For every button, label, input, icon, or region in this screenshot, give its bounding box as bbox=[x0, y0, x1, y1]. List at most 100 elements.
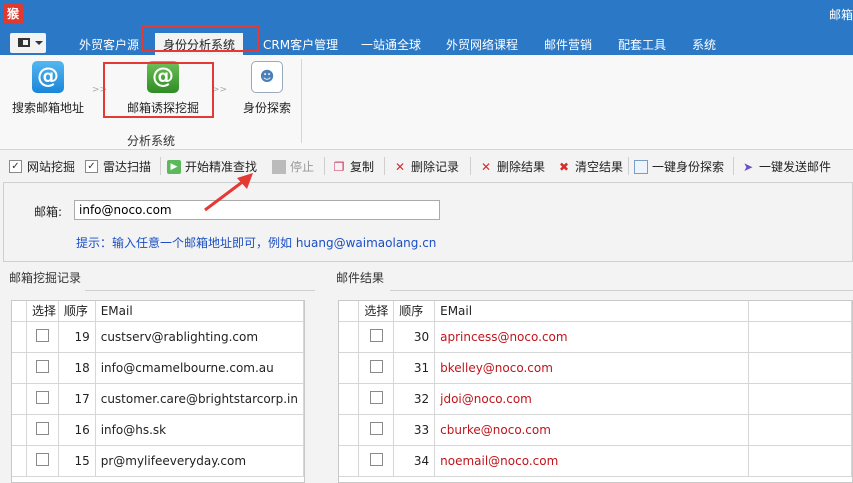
table-row[interactable]: 19 custserv@rablighting.com bbox=[12, 321, 304, 353]
select-cell[interactable] bbox=[358, 414, 395, 446]
tab-global-access[interactable]: 一站通全球 bbox=[361, 36, 421, 53]
copy-button[interactable]: ❐ 复制 bbox=[332, 158, 374, 175]
send-mail-label: 一键发送邮件 bbox=[759, 160, 832, 174]
select-cell[interactable] bbox=[26, 445, 59, 477]
identity-search-button[interactable]: 一键身份探索 bbox=[634, 158, 724, 175]
row-indicator[interactable] bbox=[12, 321, 28, 353]
row-indicator[interactable] bbox=[12, 445, 28, 477]
checkbox-unchecked-icon[interactable] bbox=[35, 328, 49, 342]
email-probe-button[interactable]: @ 邮箱诱探挖掘 bbox=[122, 61, 204, 116]
stop-icon bbox=[272, 159, 286, 174]
column-header-order[interactable]: 顺序 bbox=[393, 301, 436, 322]
select-cell[interactable] bbox=[26, 352, 59, 384]
checkbox-unchecked-icon[interactable] bbox=[35, 359, 49, 373]
column-header-select[interactable]: 选择 bbox=[358, 301, 395, 322]
table-row[interactable]: 15 pr@mylifeeveryday.com bbox=[12, 445, 304, 477]
email-cell: customer.care@brightstarcorp.in bbox=[95, 383, 304, 415]
table-row[interactable]: 18 info@cmamelbourne.com.au bbox=[12, 352, 304, 384]
action-toolbar: ✓ 网站挖掘 ✓ 雷达扫描 ▶ 开始精准查找 停止 ❐ 复制 ✕ 删除记录 ✕ … bbox=[0, 152, 853, 180]
tab-email-marketing[interactable]: 邮件营销 bbox=[544, 36, 592, 53]
row-indicator[interactable] bbox=[12, 414, 28, 446]
table-row[interactable]: 34 noemail@noco.com bbox=[339, 445, 852, 477]
table-row[interactable]: 32 jdoi@noco.com bbox=[339, 383, 852, 415]
toolbar-separator bbox=[384, 157, 385, 175]
email-cell: cburke@noco.com bbox=[434, 414, 749, 446]
table-row[interactable]: 33 cburke@noco.com bbox=[339, 414, 852, 446]
checkbox-unchecked-icon[interactable] bbox=[35, 390, 49, 404]
table-row[interactable]: 16 info@hs.sk bbox=[12, 414, 304, 446]
blank-cell bbox=[748, 352, 852, 384]
select-cell[interactable] bbox=[26, 321, 59, 353]
file-menu-button[interactable] bbox=[10, 33, 46, 53]
table-row[interactable]: 30 aprincess@noco.com bbox=[339, 321, 852, 353]
table-row[interactable]: 31 bkelley@noco.com bbox=[339, 352, 852, 384]
tab-identity-analysis[interactable]: 身份分析系统 bbox=[155, 33, 244, 55]
delete-records-button[interactable]: ✕ 删除记录 bbox=[393, 158, 459, 175]
row-indicator[interactable] bbox=[339, 445, 360, 477]
row-indicator[interactable] bbox=[339, 383, 360, 415]
select-cell[interactable] bbox=[26, 414, 59, 446]
email-input-panel: 邮箱: 提示：输入任意一个邮箱地址即可，例如 huang@waimaolang.… bbox=[3, 182, 853, 262]
radar-scan-checkbox[interactable]: ✓ 雷达扫描 bbox=[85, 158, 151, 175]
annotation-arrow bbox=[204, 173, 253, 212]
select-cell[interactable] bbox=[26, 383, 59, 415]
mining-records-grid: 选择 顺序 EMail 19 custserv@rablighting.com 18… bbox=[11, 300, 305, 483]
tab-crm[interactable]: CRM客户管理 bbox=[263, 36, 338, 53]
checkbox-unchecked-icon[interactable] bbox=[369, 421, 383, 435]
select-cell[interactable] bbox=[358, 352, 395, 384]
clear-results-button[interactable]: ✖ 清空结果 bbox=[557, 158, 623, 175]
mail-results-title: 邮件结果 bbox=[336, 271, 385, 285]
mining-records-title: 邮箱挖掘记录 bbox=[9, 271, 82, 285]
send-mail-button[interactable]: ➤ 一键发送邮件 bbox=[741, 158, 831, 175]
website-mining-checkbox[interactable]: ✓ 网站挖掘 bbox=[9, 158, 75, 175]
at-sign-icon: @ bbox=[147, 61, 179, 93]
copy-label: 复制 bbox=[350, 160, 375, 174]
column-header-email[interactable]: EMail bbox=[95, 301, 304, 322]
row-indicator[interactable] bbox=[12, 383, 28, 415]
stop-label: 停止 bbox=[290, 160, 315, 174]
email-cell: pr@mylifeeveryday.com bbox=[95, 445, 304, 477]
identity-explore-button[interactable]: ☻ 身份探索 bbox=[238, 61, 296, 116]
window-title: 邮箱 bbox=[828, 8, 853, 22]
checkbox-unchecked-icon[interactable] bbox=[369, 328, 383, 342]
delete-results-button[interactable]: ✕ 删除结果 bbox=[479, 158, 545, 175]
column-header-order[interactable]: 顺序 bbox=[58, 301, 96, 322]
stop-button[interactable]: 停止 bbox=[272, 158, 314, 175]
checkbox-unchecked-icon[interactable] bbox=[369, 452, 383, 466]
checkbox-unchecked-icon[interactable] bbox=[35, 421, 49, 435]
checkbox-checked-icon: ✓ bbox=[9, 160, 22, 173]
email-cell: aprincess@noco.com bbox=[434, 321, 749, 353]
row-indicator[interactable] bbox=[339, 414, 360, 446]
row-indicator[interactable] bbox=[339, 352, 360, 384]
copy-icon: ❐ bbox=[333, 159, 345, 174]
order-cell: 33 bbox=[393, 414, 436, 446]
row-indicator[interactable] bbox=[12, 352, 28, 384]
select-cell[interactable] bbox=[358, 383, 395, 415]
row-indicator[interactable] bbox=[339, 321, 360, 353]
select-cell[interactable] bbox=[358, 445, 395, 477]
checkbox-unchecked-icon[interactable] bbox=[369, 390, 383, 404]
tab-foreign-trade-source[interactable]: 外贸客户源 bbox=[79, 36, 139, 53]
tab-online-courses[interactable]: 外贸网络课程 bbox=[446, 36, 518, 53]
column-header-email[interactable]: EMail bbox=[434, 301, 749, 322]
ribbon-panel: @ 搜索邮箱地址 >> @ 邮箱诱探挖掘 >> ☻ 身份探索 分析系统 bbox=[0, 55, 853, 150]
blank-cell bbox=[748, 383, 852, 415]
tab-system[interactable]: 系统 bbox=[692, 36, 716, 53]
table-row[interactable]: 17 customer.care@brightstarcorp.in bbox=[12, 383, 304, 415]
tab-tools[interactable]: 配套工具 bbox=[618, 36, 666, 53]
checkbox-checked-icon: ✓ bbox=[85, 160, 98, 173]
column-header-select[interactable]: 选择 bbox=[26, 301, 59, 322]
order-cell: 34 bbox=[393, 445, 436, 477]
order-cell: 32 bbox=[393, 383, 436, 415]
checkbox-unchecked-icon[interactable] bbox=[35, 452, 49, 466]
radar-scan-label: 雷达扫描 bbox=[103, 160, 152, 174]
order-cell: 15 bbox=[58, 445, 96, 477]
search-email-label: 搜索邮箱地址 bbox=[11, 101, 84, 115]
toolbar-separator bbox=[470, 157, 471, 175]
checkbox-unchecked-icon[interactable] bbox=[369, 359, 383, 373]
email-cell: jdoi@noco.com bbox=[434, 383, 749, 415]
arrow-separator: >> bbox=[212, 85, 228, 95]
search-email-button[interactable]: @ 搜索邮箱地址 bbox=[8, 61, 88, 116]
toolbar-separator bbox=[160, 157, 161, 175]
select-cell[interactable] bbox=[358, 321, 395, 353]
